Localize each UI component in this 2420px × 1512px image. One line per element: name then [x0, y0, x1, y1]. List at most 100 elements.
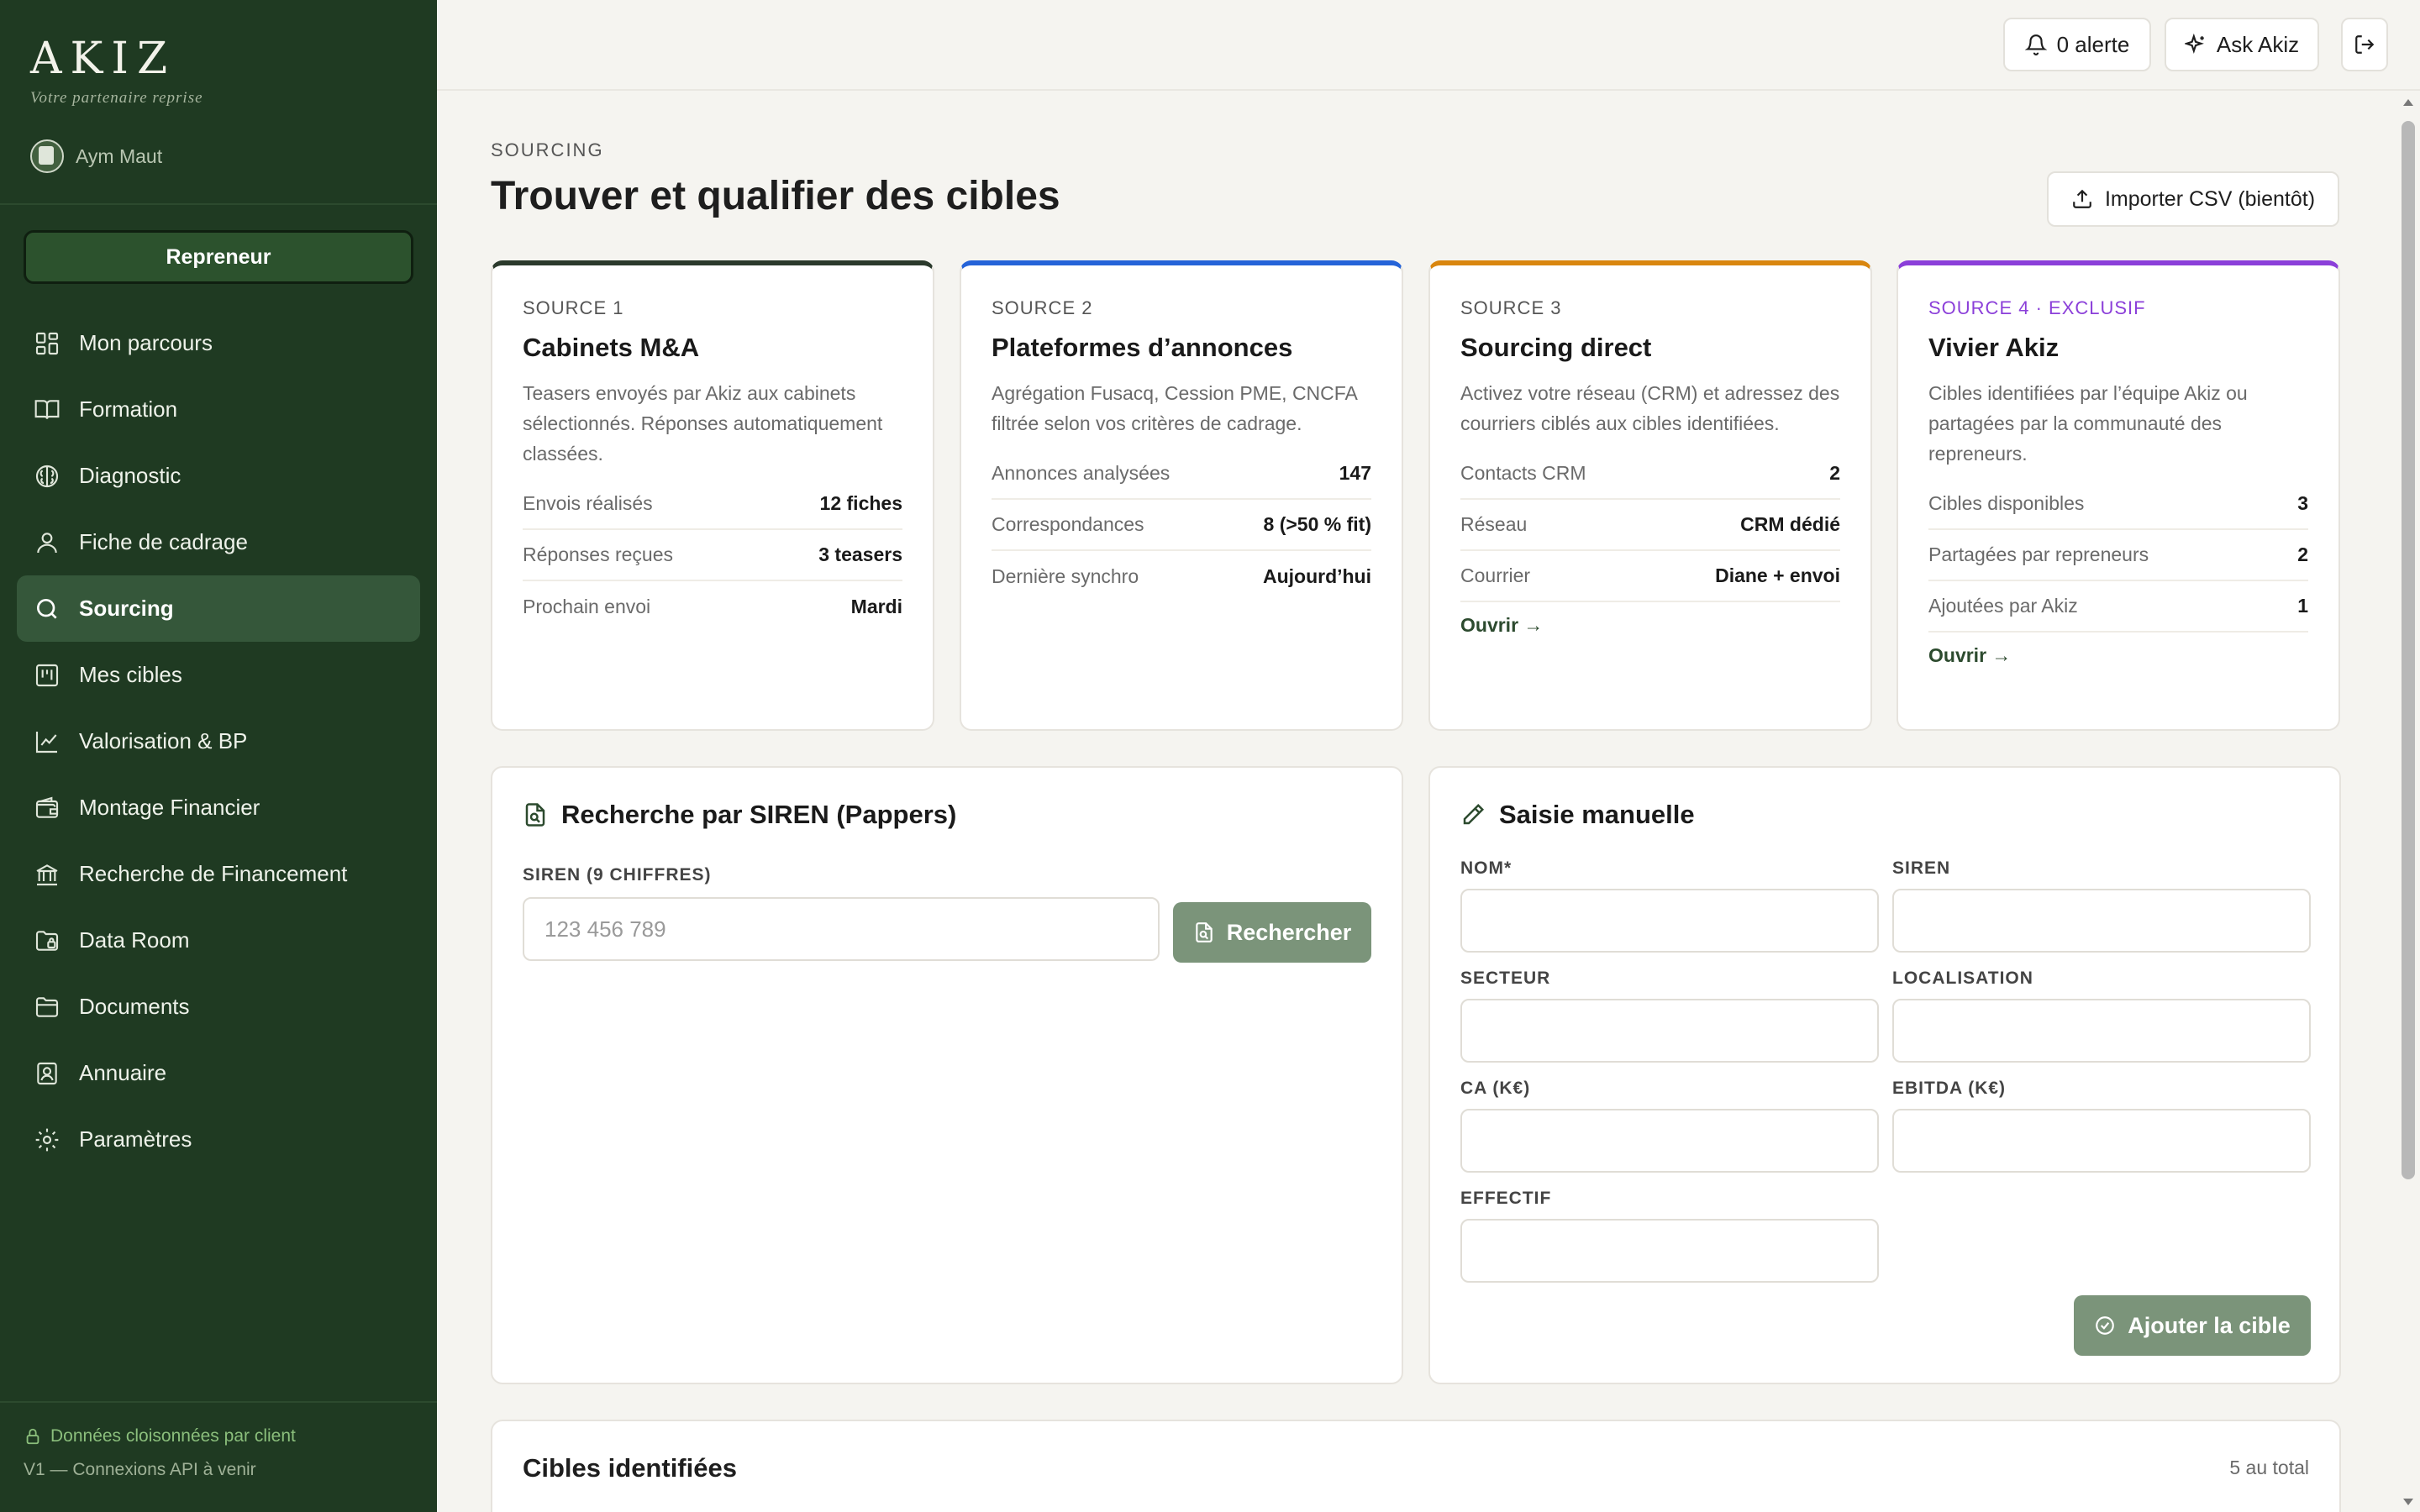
source-kicker: SOURCE 3 [1460, 297, 1562, 318]
source-title: Cabinets M&A [523, 333, 700, 362]
open-link[interactable]: Ouvrir → [1460, 614, 1840, 637]
file-search-icon [1195, 922, 1213, 942]
open-link[interactable]: Ouvrir → [1928, 644, 2308, 667]
source-title: Vivier Akiz [1928, 333, 2060, 362]
version-text: V1 — Connexions API à venir [24, 1460, 256, 1479]
add-target-button[interactable]: Ajouter la cible [2074, 1295, 2311, 1356]
ebitda-field[interactable] [1892, 1109, 2311, 1173]
breadcrumb: SOURCING [491, 139, 604, 160]
sidebar-item-documents[interactable]: Documents [17, 974, 420, 1040]
user-profile[interactable]: Aym Maut [30, 139, 162, 173]
sidebar-item-mes-cibles[interactable]: Mes cibles [17, 642, 420, 708]
stat-value: 12 fiches [819, 492, 902, 514]
stat-row: Correspondances 8 (>50 % fit) [992, 500, 1371, 551]
sidebar-item-sourcing[interactable]: Sourcing [17, 575, 420, 642]
user-name: Aym Maut [76, 144, 163, 167]
ca-label: CA (K€) [1460, 1079, 1531, 1098]
divider [0, 203, 437, 205]
secteur-label: SECTEUR [1460, 969, 1551, 988]
stat-label: Courrier [1460, 564, 1531, 586]
stat-label: Réseau [1460, 513, 1528, 535]
panel-title-text: Saisie manuelle [1499, 800, 1695, 829]
secteur-field[interactable] [1460, 999, 1879, 1063]
localisation-field[interactable] [1892, 999, 2311, 1063]
source-card-vivier-akiz: SOURCE 4 · EXCLUSIF Vivier Akiz Cibles i… [1897, 260, 2340, 731]
search-siren-label: Rechercher [1226, 919, 1352, 945]
siren-field[interactable] [1892, 889, 2311, 953]
pencil-icon [1463, 803, 1485, 825]
source-description: Agrégation Fusacq, Cession PME, CNCFA fi… [992, 382, 1357, 434]
stat-value: Diane + envoi [1715, 564, 1840, 586]
stat-label: Annonces analysées [992, 462, 1171, 484]
logout-button[interactable] [2341, 18, 2388, 71]
ask-akiz-button[interactable]: Ask Akiz [2165, 18, 2319, 71]
scrollbar[interactable] [2396, 91, 2420, 1512]
check-circle-icon [2096, 1316, 2115, 1335]
source-kicker: SOURCE 2 [992, 297, 1093, 318]
stat-value: CRM dédié [1740, 513, 1840, 535]
stat-value: 2 [2297, 543, 2308, 565]
sidebar-item-montage-financier[interactable]: Montage Financier [17, 774, 420, 841]
wallet-icon [35, 796, 59, 818]
bell-icon [2024, 34, 2047, 55]
user-icon [37, 532, 57, 553]
lock-icon [26, 1428, 39, 1445]
sidebar-item-label: Annuaire [79, 1060, 167, 1085]
scroll-down-icon[interactable] [2402, 1495, 2415, 1509]
sidebar-item-label: Documents [79, 994, 190, 1019]
alerts-button[interactable]: 0 alerte [2003, 18, 2151, 71]
brand[interactable]: AKIZ Votre partenaire reprise [30, 34, 203, 108]
stat-value: 2 [1829, 462, 1840, 484]
nom-field[interactable] [1460, 889, 1879, 953]
sidebar-item-recherche-financement[interactable]: Recherche de Financement [17, 841, 420, 907]
stat-row: Prochain envoi Mardi [523, 581, 902, 633]
scroll-up-icon[interactable] [2402, 96, 2415, 109]
stat-row: Ajoutées par Akiz 1 [1928, 581, 2308, 633]
stat-value: 1 [2297, 595, 2308, 617]
sidebar-item-diagnostic[interactable]: Diagnostic [17, 443, 420, 509]
book-icon [34, 399, 60, 419]
topbar: 0 alerte Ask Akiz [437, 0, 2420, 91]
role-switch-button[interactable]: Repreneur [24, 230, 413, 284]
siren-input[interactable]: 123 456 789 [523, 897, 1160, 961]
sidebar-item-label: Data Room [79, 927, 190, 953]
stat-value: 3 teasers [818, 543, 902, 565]
effectif-field[interactable] [1460, 1219, 1879, 1283]
source-card-sourcing-direct: SOURCE 3 Sourcing direct Activez votre r… [1428, 260, 1872, 731]
stat-label: Prochain envoi [523, 596, 651, 617]
sidebar-item-formation[interactable]: Formation [17, 376, 420, 443]
sidebar-item-valorisation[interactable]: Valorisation & BP [17, 708, 420, 774]
sidebar-item-parametres[interactable]: Paramètres [17, 1106, 420, 1173]
file-search-icon [525, 803, 545, 827]
source-description: Teasers envoyés par Akiz aux cabinets sé… [523, 382, 883, 465]
privacy-text: Données cloisonnées par client [50, 1426, 296, 1446]
panel-title-text: Recherche par SIREN (Pappers) [561, 800, 957, 829]
stat-value: Mardi [850, 596, 902, 617]
targets-panel: Cibles identifiées 5 au total [491, 1420, 2341, 1512]
sidebar-item-label: Valorisation & BP [79, 728, 248, 753]
sidebar-item-fiche-de-cadrage[interactable]: Fiche de cadrage [17, 509, 420, 575]
source-kicker: SOURCE 4 · EXCLUSIF [1928, 297, 2146, 318]
sidebar-item-label: Montage Financier [79, 795, 260, 820]
stat-label: Réponses reçues [523, 543, 673, 565]
stat-label: Envois réalisés [523, 492, 653, 514]
scrollbar-thumb[interactable] [2402, 121, 2415, 1179]
stat-label: Cibles disponibles [1928, 492, 2085, 514]
sidebar-item-data-room[interactable]: Data Room [17, 907, 420, 974]
sidebar-item-label: Formation [79, 396, 178, 422]
manual-entry-panel: Saisie manuelle NOM* SIREN SECTEUR LOCAL… [1428, 766, 2341, 1384]
stat-row: Cibles disponibles 3 [1928, 479, 2308, 530]
sidebar-nav: Mon parcours Formation Diagnostic Fiche … [17, 310, 420, 1173]
panel-title: Recherche par SIREN (Pappers) [523, 800, 956, 830]
stat-row: Réponses reçues 3 teasers [523, 530, 902, 581]
sidebar-item-mon-parcours[interactable]: Mon parcours [17, 310, 420, 376]
ca-field[interactable] [1460, 1109, 1879, 1173]
stat-label: Contacts CRM [1460, 462, 1586, 484]
import-csv-button[interactable]: Importer CSV (bientôt) [2047, 171, 2339, 227]
ebitda-label: EBITDA (K€) [1892, 1079, 2007, 1098]
sidebar-item-label: Mon parcours [79, 330, 213, 355]
stat-label: Dernière synchro [992, 565, 1139, 587]
sidebar-item-annuaire[interactable]: Annuaire [17, 1040, 420, 1106]
dashboard-icon [35, 332, 59, 354]
search-siren-button[interactable]: Rechercher [1173, 902, 1371, 963]
